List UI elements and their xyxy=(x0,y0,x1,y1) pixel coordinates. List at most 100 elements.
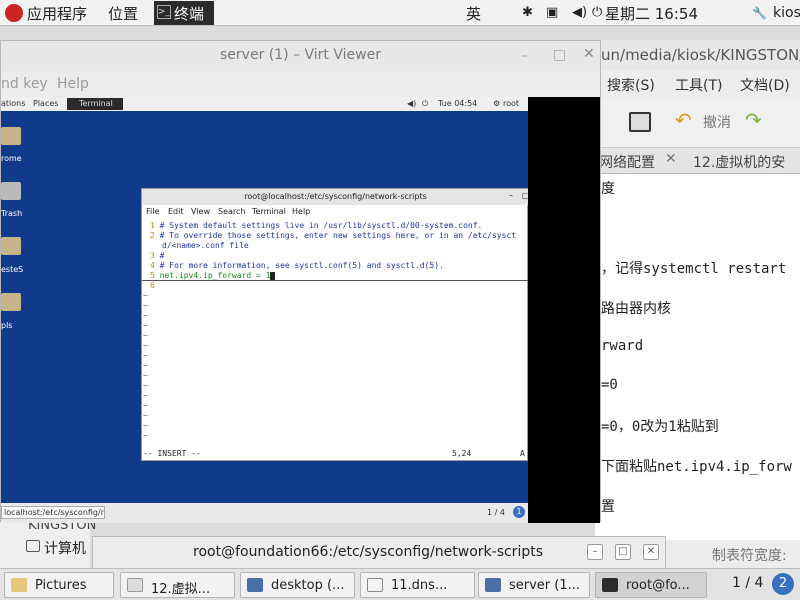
editor-line: 置 xyxy=(601,499,615,515)
trash-icon[interactable] xyxy=(1,182,21,200)
menu-help[interactable]: Help xyxy=(292,207,310,216)
desktop-icon-label: pls xyxy=(1,321,13,330)
tab-close-icon[interactable]: ✕ xyxy=(665,151,677,167)
task-label: server (1... xyxy=(509,578,581,593)
folder-icon[interactable] xyxy=(1,237,21,255)
menu-terminal[interactable]: Terminal xyxy=(252,207,286,216)
guest-workspace-badge[interactable]: 1 xyxy=(513,506,525,518)
empty-line-marker: ~ xyxy=(143,341,148,350)
desktop-icon-label: Trash xyxy=(1,209,23,218)
vim-mode: -- INSERT -- xyxy=(143,449,201,458)
guest-applications-menu[interactable]: ations xyxy=(1,99,25,108)
task-pictures[interactable]: Pictures xyxy=(4,572,114,598)
virt-viewer-titlebar[interactable]: server (1) – Virt Viewer – □ ✕ xyxy=(1,41,600,71)
undo-label[interactable]: 撤消 xyxy=(703,112,731,132)
bluetooth-icon[interactable]: ✱ xyxy=(522,5,533,20)
user-icon: 🔧 xyxy=(752,6,767,20)
empty-line-marker: ~ xyxy=(143,411,148,420)
close-button[interactable]: ✕ xyxy=(643,544,659,560)
minimize-button[interactable]: – xyxy=(521,48,528,64)
guest-terminal-menu[interactable]: Terminal xyxy=(67,98,123,110)
close-button[interactable]: ✕ xyxy=(583,46,595,62)
print-icon[interactable] xyxy=(629,112,651,132)
menu-tools[interactable]: 工具(T) xyxy=(675,75,722,95)
guest-terminal-window: root@localhost:/etc/sysconfig/network-sc… xyxy=(141,188,530,461)
menu-view[interactable]: View xyxy=(191,207,210,216)
home-folder-icon[interactable] xyxy=(1,127,21,145)
tab-width-label[interactable]: 制表符宽度: xyxy=(712,545,787,565)
empty-line-marker: ~ xyxy=(143,321,148,330)
maximize-button[interactable]: □ xyxy=(553,47,566,63)
menu-search[interactable]: Search xyxy=(218,207,245,216)
menu-documents[interactable]: 文档(D) xyxy=(740,75,790,95)
empty-line-marker: ~ xyxy=(143,351,148,360)
terminal-app-label: 终端 xyxy=(174,5,205,23)
guest-clock[interactable]: Tue 04:54 xyxy=(438,99,477,108)
editor-tabs: 网络配置 ✕ 12.虚拟机的安 xyxy=(595,148,800,174)
editor-line: 下面粘贴net.ipv4.ip_forw xyxy=(601,459,792,475)
task-server-viewer[interactable]: server (1... xyxy=(478,572,590,598)
guest-user-menu[interactable]: root xyxy=(503,99,519,108)
menu-send-key[interactable]: nd key xyxy=(1,76,48,92)
applications-menu[interactable]: 应用程序 xyxy=(27,3,87,24)
tab-virtual-machine[interactable]: 12.虚拟机的安 xyxy=(693,152,785,172)
editor-title-path: un/media/kiosk/KINGSTON/l xyxy=(595,40,800,70)
input-method-indicator[interactable]: 英 xyxy=(466,3,481,24)
terminal-app-button[interactable]: >_ 终端 xyxy=(154,1,214,25)
sidebar-item-computer[interactable]: 计算机 xyxy=(44,538,86,558)
code-line: 1 # System default settings live in /usr… xyxy=(150,221,483,230)
folder-icon xyxy=(11,578,27,592)
menu-search[interactable]: 搜索(S) xyxy=(607,75,655,95)
browser-icon xyxy=(127,578,143,592)
user-menu[interactable]: kiosk xyxy=(773,5,800,21)
empty-line-marker: ~ xyxy=(143,381,148,390)
editor-line: =0，0改为1粘贴到 xyxy=(601,419,719,435)
menu-help[interactable]: Help xyxy=(57,76,89,92)
code-line: 6 xyxy=(150,281,155,290)
task-browser[interactable]: 12.虚拟... xyxy=(120,572,235,598)
guest-task-terminal[interactable]: localhost:/etc/sysconfig/n... xyxy=(1,506,105,519)
empty-line-marker: ~ xyxy=(143,291,148,300)
code-line-current: 5 net.ipv4.ip_forward = 1 xyxy=(150,271,276,280)
background-editor-window: un/media/kiosk/KINGSTON/l 搜索(S) 工具(T) 文档… xyxy=(595,40,800,568)
tab-network-config[interactable]: 网络配置 xyxy=(599,152,655,172)
menu-file[interactable]: File xyxy=(146,207,159,216)
guest-workspace-indicator[interactable]: 1 / 4 xyxy=(487,508,505,517)
scroll-indicator: A xyxy=(520,449,525,458)
code-line: 4 # For more information, see sysctl.con… xyxy=(150,261,444,270)
code-line: 2 # To override those settings, enter ne… xyxy=(150,231,517,240)
empty-line-marker: ~ xyxy=(143,431,148,440)
places-menu[interactable]: 位置 xyxy=(108,3,138,24)
minimize-button[interactable]: – xyxy=(587,544,603,560)
bottom-taskbar: Pictures 12.虚拟... desktop (... 11.dns...… xyxy=(0,568,800,600)
task-editor[interactable]: 11.dns... xyxy=(360,572,475,598)
workspace-badge[interactable]: 2 xyxy=(772,573,794,595)
foundation-terminal-titlebar[interactable]: root@foundation66:/etc/sysconfig/network… xyxy=(92,536,666,568)
task-desktop-viewer[interactable]: desktop (... xyxy=(240,572,355,598)
vim-statusline: -- INSERT -- 5,24 A xyxy=(142,447,529,460)
undo-icon[interactable]: ↶ xyxy=(675,108,692,132)
volume-icon[interactable]: ◀) xyxy=(572,5,587,20)
power-icon[interactable]: ⏻ xyxy=(592,5,602,20)
clock[interactable]: 星期二 16:54 xyxy=(605,3,698,24)
guest-places-menu[interactable]: Places xyxy=(33,99,58,108)
terminal-icon xyxy=(602,578,618,592)
redo-icon[interactable]: ↷ xyxy=(745,108,762,132)
minimize-button[interactable]: – xyxy=(509,191,513,200)
maximize-button[interactable]: □ xyxy=(615,544,631,560)
guest-terminal-titlebar[interactable]: root@localhost:/etc/sysconfig/network-sc… xyxy=(142,189,530,205)
workspace-indicator[interactable]: 1 / 4 xyxy=(732,575,763,591)
folder-icon[interactable] xyxy=(1,293,21,311)
guest-volume-icon[interactable]: ◀) xyxy=(407,99,416,108)
empty-line-marker: ~ xyxy=(143,311,148,320)
guest-power-icon[interactable]: ⏻ xyxy=(422,99,428,109)
guest-display[interactable]: ations Places Terminal ◀) ⏻ Tue 04:54 ⚙ … xyxy=(1,97,530,523)
network-icon[interactable]: ▣ xyxy=(546,5,558,20)
empty-line-marker: ~ xyxy=(143,391,148,400)
editor-line: 度 xyxy=(601,181,615,197)
desktop-icon-label: esteS xyxy=(1,265,24,274)
empty-line-marker: ~ xyxy=(143,361,148,370)
task-terminal-active[interactable]: root@fo... xyxy=(595,572,707,598)
display-border xyxy=(528,97,600,523)
menu-edit[interactable]: Edit xyxy=(168,207,184,216)
